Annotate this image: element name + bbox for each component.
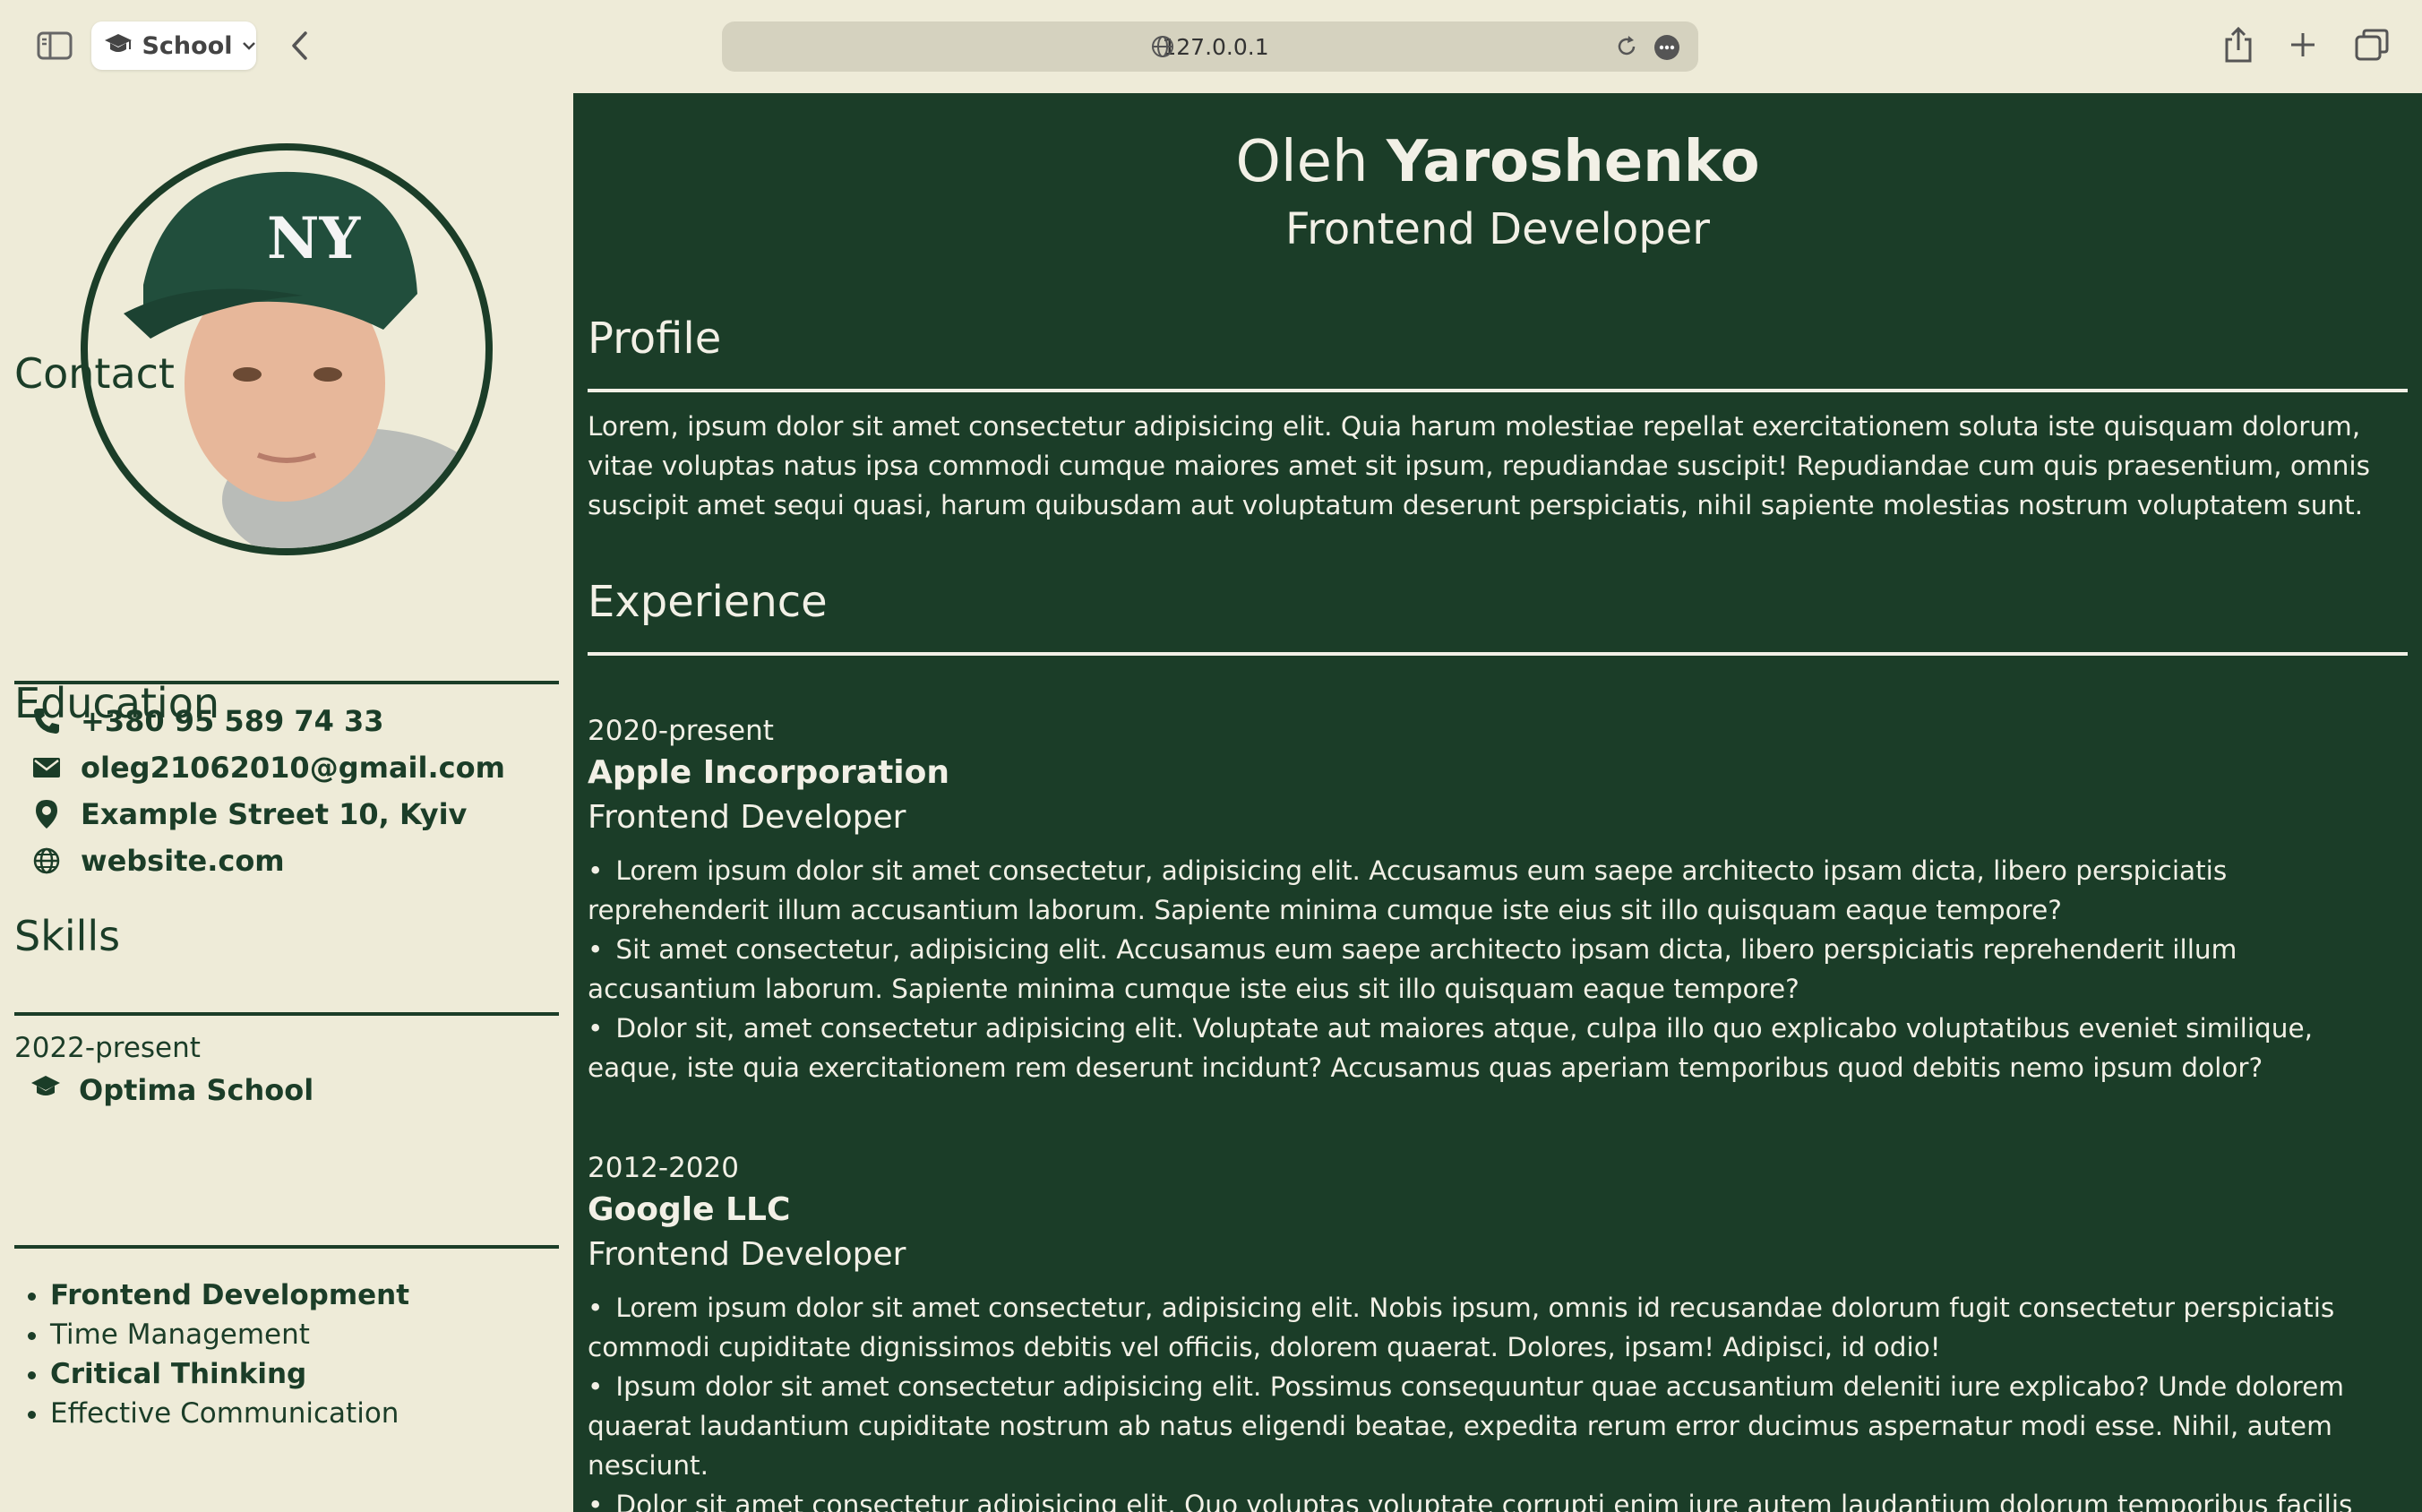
tabs-icon [2355,29,2389,61]
profile-selector[interactable]: School [91,21,256,70]
envelope-icon [30,752,63,784]
job-company: Apple Incorporation [588,754,949,791]
plus-icon [2291,33,2315,56]
browser-toolbar: School 127.0.0.1 [0,0,2422,93]
job-entry: 2020-present Apple Incorporation Fronten… [588,711,2411,1087]
experience-heading: Experience [588,577,828,627]
contact-website[interactable]: website.com [30,844,285,878]
email-address: oleg21062010@gmail.com [81,751,505,785]
experience-divider [588,652,2408,656]
back-button[interactable] [279,25,321,66]
share-icon [2225,27,2252,63]
profile-heading: Profile [588,314,722,364]
job-years: 2012-2020 [588,1152,739,1184]
job-title: Frontend Developer [1285,204,1710,254]
chevron-left-icon [292,31,307,60]
job-role: Frontend Developer [588,1236,906,1273]
resume-main: Oleh Yaroshenko Frontend Developer Profi… [573,93,2422,1512]
school-name: Optima School [79,1073,314,1107]
job-company: Google LLC [588,1191,791,1228]
full-name: Oleh Yaroshenko [573,129,2422,195]
map-pin-icon [30,798,63,830]
chevron-down-icon [242,38,256,55]
street-address: Example Street 10, Kyiv [81,797,468,831]
resume-sidebar: NY Contact +380 95 589 74 33 oleg2106201… [0,93,573,1512]
first-name: Oleh [1235,129,1369,195]
list-item: Frontend Development [50,1276,409,1315]
url-text: 127.0.0.1 [1162,33,1269,60]
education-divider [14,1012,559,1016]
skills-divider [14,1245,559,1249]
list-item: Time Management [50,1315,409,1354]
job-bullets: Lorem ipsum dolor sit amet consectetur, … [588,851,2411,1087]
list-item: Ipsum dolor sit amet consectetur adipisi… [588,1367,2411,1485]
skills-list: Frontend Development Time Management Cri… [50,1276,409,1433]
reload-icon[interactable] [1614,34,1639,63]
job-bullets: Lorem ipsum dolor sit amet consectetur, … [588,1288,2411,1512]
profile-label: School [142,31,233,60]
address-bar[interactable]: 127.0.0.1 [722,21,1698,72]
skills-heading: Skills [14,912,121,960]
list-item: Dolor sit, amet consectetur adipisicing … [588,1009,2411,1087]
globe-icon [1150,34,1175,63]
tab-overview-button[interactable] [2347,21,2397,68]
profile-text: Lorem, ipsum dolor sit amet consectetur … [588,411,2370,520]
list-item: Critical Thinking [50,1354,409,1394]
last-name: Yaroshenko [1386,129,1760,195]
education-heading: Education [14,679,220,727]
profile-divider [588,389,2408,392]
new-tab-button[interactable] [2280,21,2325,68]
education-year: 2022-present [14,1032,201,1064]
job-years: 2020-present [588,715,774,747]
graduation-cap-icon [30,1073,61,1107]
contact-address: Example Street 10, Kyiv [30,797,467,831]
list-item: Effective Communication [50,1394,409,1433]
more-options-icon[interactable] [1653,34,1680,64]
list-item: Lorem ipsum dolor sit amet consectetur, … [588,851,2411,930]
education-school: Optima School [30,1073,313,1107]
job-entry: 2012-2020 Google LLC Frontend Developer … [588,1148,2411,1512]
list-item: Sit amet consectetur, adipisicing elit. … [588,930,2411,1009]
list-item: Dolor sit amet consectetur adipisicing e… [588,1485,2411,1512]
globe-icon [30,845,63,877]
share-button[interactable] [2216,21,2261,68]
contact-heading: Contact [14,349,175,398]
graduation-cap-icon [104,31,133,60]
website-link: website.com [81,844,285,878]
list-item: Lorem ipsum dolor sit amet consectetur, … [588,1288,2411,1367]
job-role: Frontend Developer [588,799,906,836]
svg-text:NY: NY [267,205,362,272]
contact-email[interactable]: oleg21062010@gmail.com [30,751,505,785]
sidebar-toggle-icon[interactable] [32,25,77,66]
